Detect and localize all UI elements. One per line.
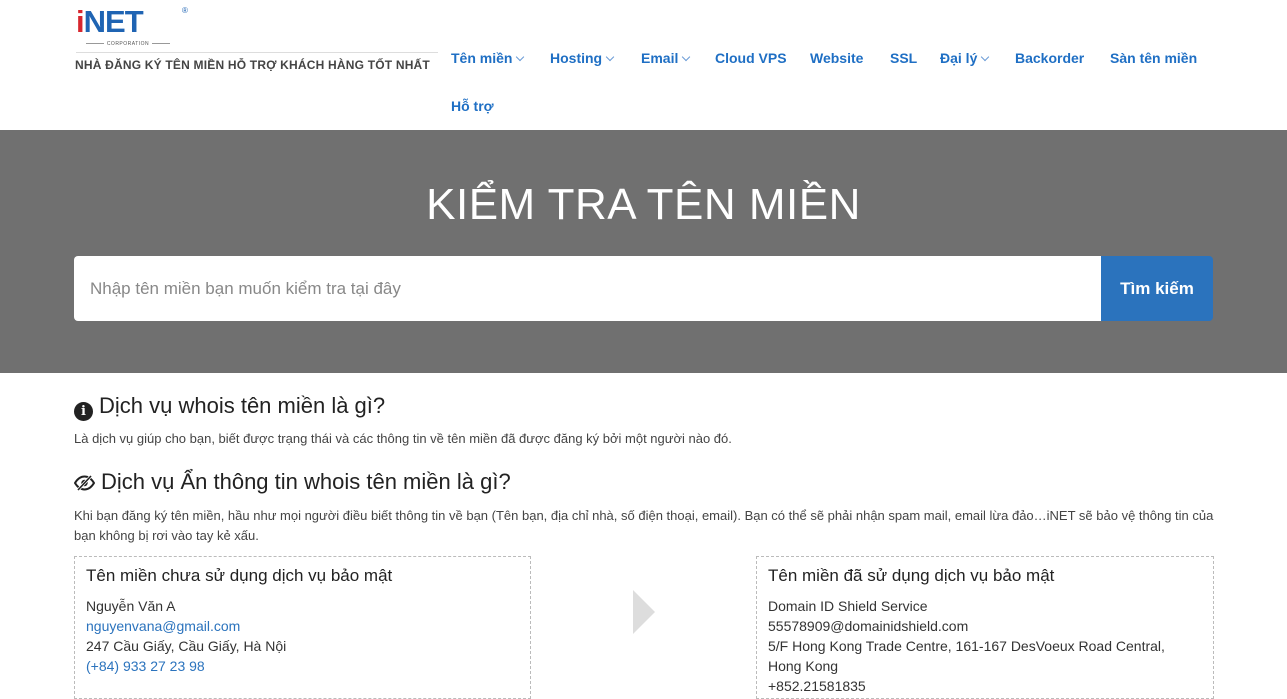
nav-label: Email (641, 50, 679, 66)
nav-item-ssl[interactable]: SSL (890, 40, 917, 76)
nav-label: Sàn tên miền (1110, 50, 1198, 66)
nav-item-cloud-vps[interactable]: Cloud VPS (715, 40, 787, 76)
nav-item-email[interactable]: Email (641, 40, 691, 76)
nav-item-san-ten-mien[interactable]: Sàn tên miền (1110, 40, 1197, 76)
nav-item-website[interactable]: Website (810, 40, 863, 76)
owner-name: Nguyễn Văn A (86, 598, 176, 614)
protected-box-title: Tên miền đã sử dụng dịch vụ bảo mật (768, 566, 1055, 585)
shield-service-address-line2: Hong Kong (768, 658, 839, 674)
nav-item-dai-ly[interactable]: Đại lý (940, 40, 990, 76)
whois-section-title: i Dịch vụ whois tên miền là gì? (74, 393, 385, 421)
shield-service-address-line1: 5/F Hong Kong Trade Centre, 161-167 DesV… (768, 638, 1165, 654)
site-header: iNET ® CORPORATION NHÀ ĐĂNG KÝ TÊN MIỀN … (0, 0, 1287, 130)
owner-address: 247 Cầu Giấy, Cầu Giấy, Hà Nội (86, 638, 287, 654)
chevron-down-icon (981, 52, 990, 62)
logo-wordmark: iNET (76, 4, 144, 39)
nav-item-ten-mien[interactable]: Tên miền (451, 40, 525, 76)
chevron-down-icon (682, 52, 691, 62)
inet-logo[interactable]: iNET ® CORPORATION (76, 6, 188, 48)
whois-description: Là dịch vụ giúp cho bạn, biết được trạng… (74, 431, 732, 446)
nav-label: Website (810, 50, 864, 66)
unprotected-domain-box: Tên miền chưa sử dụng dịch vụ bảo mật Ng… (74, 556, 531, 699)
nav-item-hosting[interactable]: Hosting (550, 40, 615, 76)
privacy-section-title: Dịch vụ Ẩn thông tin whois tên miền là g… (73, 469, 511, 497)
arrow-right-icon (633, 590, 655, 634)
privacy-description: Khi bạn đăng ký tên miền, hầu như mọi ng… (74, 508, 1214, 543)
nav-label: Backorder (1015, 50, 1085, 66)
eye-slash-icon (73, 471, 96, 497)
shield-service-phone: +852.21581835 (768, 678, 866, 694)
protected-domain-box: Tên miền đã sử dụng dịch vụ bảo mật Doma… (756, 556, 1214, 699)
search-button[interactable]: Tìm kiếm (1101, 256, 1213, 321)
chevron-down-icon (605, 52, 615, 62)
tagline: NHÀ ĐĂNG KÝ TÊN MIỀN HỖ TRỢ KHÁCH HÀNG T… (75, 58, 430, 72)
privacy-title-text: Dịch vụ Ẩn thông tin whois tên miền là g… (101, 469, 511, 494)
logo-corporation: CORPORATION (76, 40, 180, 48)
nav-label: Tên miền (451, 50, 513, 66)
nav-label: Đại lý (940, 50, 978, 66)
nav-item-ho-tro[interactable]: Hỗ trợ (451, 88, 494, 124)
nav-item-backorder[interactable]: Backorder (1015, 40, 1084, 76)
page-title: KIỂM TRA TÊN MIỀN (426, 180, 861, 229)
owner-phone-link[interactable]: (+84) 933 27 23 98 (86, 656, 519, 676)
logo-letters-net: NET (83, 4, 144, 39)
tagline-divider (76, 52, 438, 53)
logo-letter-i: i (76, 4, 85, 39)
nav-label: Cloud VPS (715, 50, 787, 66)
nav-label: Hosting (550, 50, 603, 66)
info-icon: i (74, 402, 93, 421)
domain-check-hero: KIỂM TRA TÊN MIỀN Tìm kiếm (0, 130, 1287, 373)
unprotected-box-title: Tên miền chưa sử dụng dịch vụ bảo mật (86, 566, 393, 585)
nav-label: SSL (890, 50, 918, 66)
owner-email-link[interactable]: nguyenvana@gmail.com (86, 616, 519, 636)
nav-label: Hỗ trợ (451, 98, 494, 114)
domain-search-input[interactable] (74, 256, 1102, 321)
whois-title-text: Dịch vụ whois tên miền là gì? (99, 393, 386, 418)
shield-service-email: 55578909@domainidshield.com (768, 618, 969, 634)
chevron-down-icon (516, 52, 525, 62)
registered-mark: ® (182, 6, 188, 15)
shield-service-name: Domain ID Shield Service (768, 598, 928, 614)
